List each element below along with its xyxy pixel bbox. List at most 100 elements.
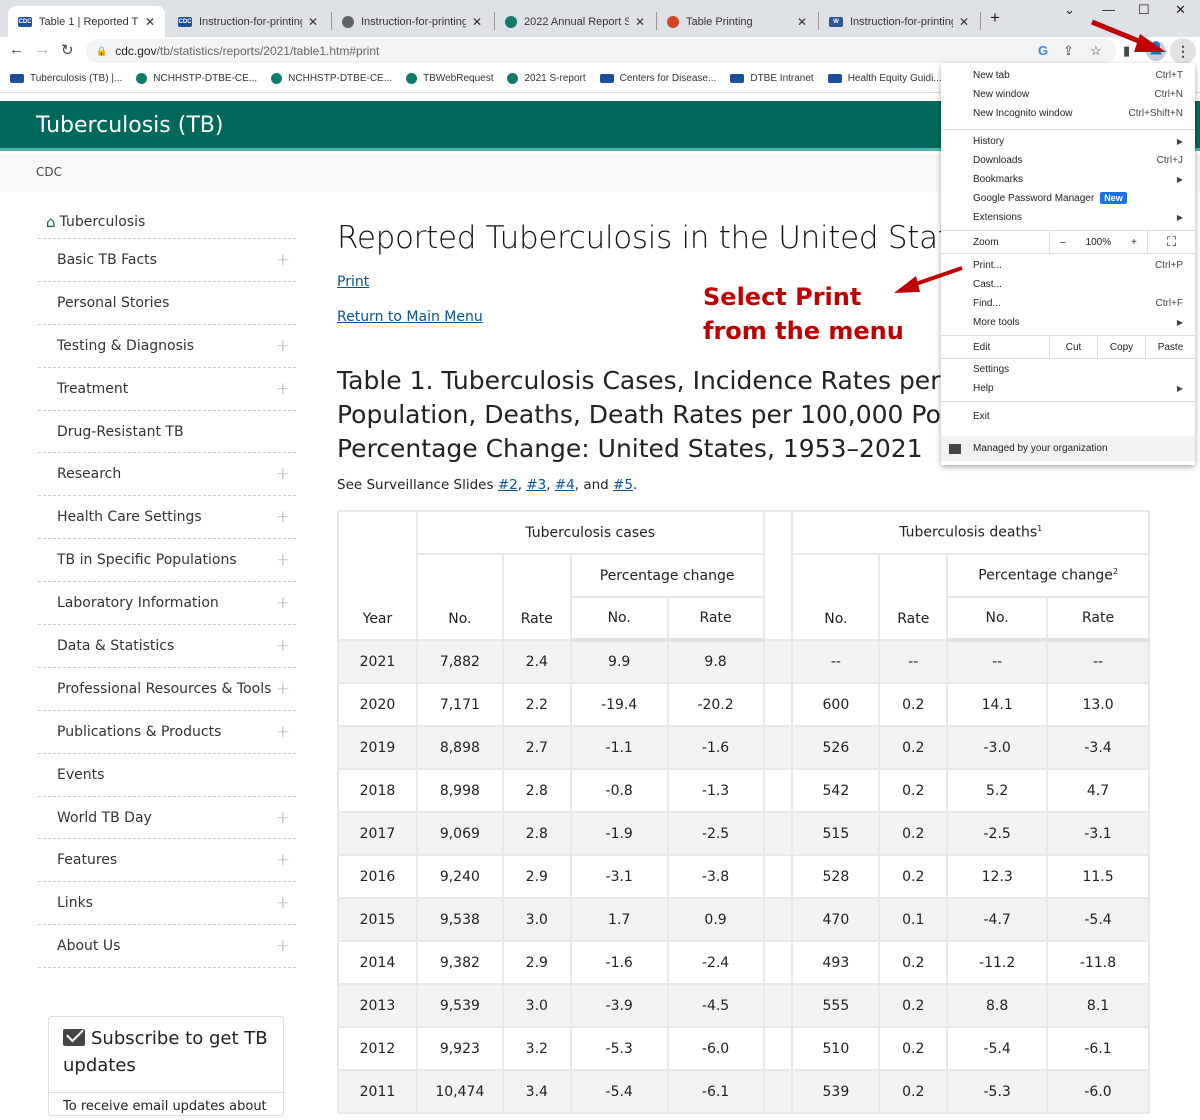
close-tab-icon[interactable]: ✕ bbox=[472, 15, 482, 29]
menu-cut[interactable]: Cut bbox=[1049, 336, 1097, 358]
menu-password-manager[interactable]: Google Password Manager New bbox=[941, 189, 1195, 208]
forward-icon[interactable]: → bbox=[35, 41, 50, 58]
sidebar-item[interactable]: Personal Stories bbox=[38, 282, 296, 325]
sidebar-item[interactable]: Professional Resources & Tools + bbox=[38, 668, 296, 711]
share-icon[interactable]: ⇪ bbox=[1063, 43, 1074, 59]
print-link[interactable]: Print bbox=[337, 274, 369, 290]
sidebar-item[interactable]: About Us + bbox=[38, 925, 296, 969]
expand-plus-icon[interactable]: + bbox=[276, 636, 290, 656]
bookmark-item[interactable]: Tuberculosis (TB) |... bbox=[10, 73, 122, 84]
bookmark-item[interactable]: NCHHSTP-DTBE-CE... bbox=[136, 73, 257, 84]
return-to-main-menu-link[interactable]: Return to Main Menu bbox=[337, 309, 483, 325]
sidebar-item[interactable]: Laboratory Information + bbox=[38, 582, 296, 626]
menu-more-tools[interactable]: More tools ▶ bbox=[941, 313, 1195, 332]
bookmark-item[interactable]: NCHHSTP-DTBE-CE... bbox=[271, 73, 392, 84]
menu-new-incognito[interactable]: New Incognito window Ctrl+Shift+N bbox=[941, 104, 1195, 123]
fullscreen-icon[interactable]: ⛶ bbox=[1147, 231, 1195, 253]
menu-history[interactable]: History ▶ bbox=[941, 132, 1195, 151]
tab-annual-report[interactable]: 2022 Annual Report Shar ✕ bbox=[495, 6, 655, 37]
close-window-icon[interactable]: ✕ bbox=[1175, 2, 1186, 18]
expand-plus-icon[interactable]: + bbox=[276, 464, 290, 484]
close-tab-icon[interactable]: ✕ bbox=[635, 15, 645, 29]
expand-plus-icon[interactable]: + bbox=[276, 507, 290, 527]
side-panel-icon[interactable]: ▮ bbox=[1123, 43, 1130, 59]
bookmark-item[interactable]: Health Equity Guidi... bbox=[827, 73, 942, 84]
expand-plus-icon[interactable]: + bbox=[276, 593, 290, 613]
close-tab-icon[interactable]: ✕ bbox=[308, 15, 318, 29]
table-cell: -6.0 bbox=[1046, 1069, 1150, 1114]
sidebar-item[interactable]: Testing & Diagnosis + bbox=[38, 325, 296, 368]
breadcrumb-cdc[interactable]: CDC bbox=[36, 165, 62, 179]
menu-print[interactable]: Print... Ctrl+P bbox=[941, 256, 1195, 275]
menu-cast[interactable]: Cast... bbox=[941, 275, 1195, 294]
minimize-icon[interactable]: — bbox=[1102, 2, 1115, 17]
menu-copy[interactable]: Copy bbox=[1097, 336, 1145, 358]
table-cell: -3.1 bbox=[1046, 811, 1150, 856]
zoom-out-button[interactable]: – bbox=[1060, 237, 1066, 248]
tab-table-1[interactable]: CDC Table 1 | Reported TB in t ✕ bbox=[8, 6, 165, 37]
menu-paste[interactable]: Paste bbox=[1145, 336, 1195, 358]
chrome-menu-button[interactable]: ⋮ bbox=[1170, 38, 1196, 64]
expand-plus-icon[interactable]: + bbox=[276, 936, 290, 956]
subscribe-header[interactable]: Subscribe to get TB updates bbox=[49, 1017, 283, 1093]
sidebar-item[interactable]: Publications & Products + bbox=[38, 711, 296, 754]
expand-plus-icon[interactable]: + bbox=[276, 336, 290, 356]
google-icon[interactable]: G bbox=[1038, 43, 1048, 58]
tab-table-printing[interactable]: Table Printing ✕ bbox=[657, 6, 817, 37]
sidebar-item[interactable]: Links + bbox=[38, 882, 296, 926]
sidebar-item[interactable]: Research + bbox=[38, 453, 296, 497]
sidebar-item[interactable]: Drug-Resistant TB bbox=[38, 411, 296, 454]
menu-new-window[interactable]: New window Ctrl+N bbox=[941, 85, 1195, 104]
maximize-icon[interactable]: ☐ bbox=[1138, 2, 1150, 18]
menu-bookmarks[interactable]: Bookmarks ▶ bbox=[941, 170, 1195, 189]
tab-search-icon[interactable]: ⌄ bbox=[1064, 2, 1075, 18]
slide-link-5[interactable]: #5 bbox=[613, 477, 633, 493]
expand-plus-icon[interactable]: + bbox=[276, 550, 290, 570]
bookmark-item[interactable]: Centers for Disease... bbox=[599, 73, 716, 84]
expand-plus-icon[interactable]: + bbox=[276, 722, 290, 742]
sidebar-item[interactable]: Treatment + bbox=[38, 368, 296, 411]
bookmark-item[interactable]: TBWebRequest bbox=[406, 73, 493, 84]
close-tab-icon[interactable]: ✕ bbox=[797, 15, 807, 29]
zoom-in-button[interactable]: + bbox=[1131, 237, 1137, 248]
menu-help[interactable]: Help ▶ bbox=[941, 379, 1195, 398]
expand-plus-icon[interactable]: + bbox=[276, 808, 290, 828]
back-icon[interactable]: ← bbox=[9, 41, 24, 58]
menu-find[interactable]: Find... Ctrl+F bbox=[941, 294, 1195, 313]
sidebar-item[interactable]: Basic TB Facts + bbox=[38, 239, 296, 282]
menu-new-tab[interactable]: New tab Ctrl+T bbox=[941, 66, 1195, 85]
tab-instruction-word[interactable]: W Instruction-for-printing-t ✕ bbox=[819, 6, 979, 37]
expand-plus-icon[interactable]: + bbox=[276, 850, 290, 870]
reload-icon[interactable]: ↻ bbox=[61, 41, 74, 59]
close-tab-icon[interactable]: ✕ bbox=[959, 15, 969, 29]
new-tab-button[interactable]: + bbox=[990, 8, 1000, 28]
slide-link-3[interactable]: #3 bbox=[526, 477, 546, 493]
expand-plus-icon[interactable]: + bbox=[276, 379, 290, 399]
profile-avatar-icon[interactable]: 👤 bbox=[1146, 41, 1166, 61]
close-tab-icon[interactable]: ✕ bbox=[145, 15, 155, 29]
menu-downloads[interactable]: Downloads Ctrl+J bbox=[941, 151, 1195, 170]
star-icon[interactable]: ☆ bbox=[1090, 43, 1102, 59]
sidebar-item-home[interactable]: ⌂ Tuberculosis bbox=[38, 205, 296, 239]
expand-plus-icon[interactable]: + bbox=[276, 250, 290, 270]
sidebar-item[interactable]: Health Care Settings + bbox=[38, 496, 296, 540]
tab-instruction-1[interactable]: CDC Instruction-for-printing-t ✕ bbox=[168, 6, 328, 37]
expand-plus-icon[interactable]: + bbox=[276, 893, 290, 913]
site-title[interactable]: Tuberculosis (TB) bbox=[36, 113, 223, 138]
tab-instruction-2[interactable]: Instruction-for-printing-t ✕ bbox=[332, 6, 492, 37]
sidebar-item[interactable]: Events bbox=[38, 754, 296, 797]
slide-link-4[interactable]: #4 bbox=[555, 477, 575, 493]
bookmark-item[interactable]: 2021 S-report bbox=[507, 73, 586, 84]
sidebar-item[interactable]: TB in Specific Populations + bbox=[38, 539, 296, 583]
menu-managed-by-org[interactable]: Managed by your organization bbox=[941, 436, 1195, 461]
slide-link-2[interactable]: #2 bbox=[498, 477, 518, 493]
sidebar-item[interactable]: Data & Statistics + bbox=[38, 625, 296, 668]
menu-exit[interactable]: Exit bbox=[941, 407, 1195, 426]
sidebar-item[interactable]: Features + bbox=[38, 839, 296, 883]
menu-extensions[interactable]: Extensions ▶ bbox=[941, 208, 1195, 227]
expand-plus-icon[interactable]: + bbox=[276, 679, 290, 699]
bookmark-item[interactable]: DTBE Intranet bbox=[730, 73, 814, 84]
address-bar[interactable]: 🔒 cdc.gov/tb/statistics/reports/2021/tab… bbox=[86, 39, 1116, 63]
menu-settings[interactable]: Settings bbox=[941, 360, 1195, 379]
sidebar-item[interactable]: World TB Day + bbox=[38, 797, 296, 840]
